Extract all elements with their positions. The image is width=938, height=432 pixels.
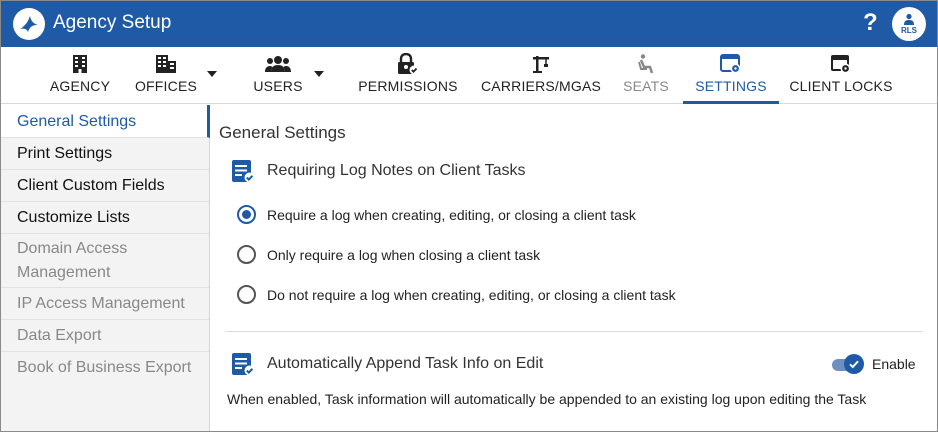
sidebar-item-customize-lists[interactable]: Customize Lists — [1, 202, 209, 234]
app-window: Agency Setup ? RLS AGENCY OFFICES USERS … — [0, 0, 938, 432]
radio-label: Only require a log when closing a client… — [267, 246, 541, 263]
crane-icon — [531, 53, 551, 75]
client-lock-icon — [830, 53, 852, 75]
app-title: Agency Setup — [53, 12, 172, 33]
radio-label: Require a log when creating, editing, or… — [267, 206, 636, 223]
check-icon — [849, 360, 859, 369]
main-nav: AGENCY OFFICES USERS PERMISSIONS CARRIER… — [1, 47, 937, 104]
sidebar-item-general-settings[interactable]: General Settings — [1, 105, 210, 138]
top-header: Agency Setup ? RLS — [1, 1, 937, 47]
sidebar-item-data-export: Data Export — [1, 320, 209, 352]
tab-seats-label: SEATS — [623, 78, 669, 94]
sidebar-item-domain-access-management: Domain Access Management — [1, 234, 209, 288]
tab-carriers-mgas-label: CARRIERS/MGAS — [480, 78, 602, 94]
radio-button-checked[interactable] — [237, 205, 256, 224]
user-avatar[interactable]: RLS — [892, 7, 926, 41]
person-icon — [904, 13, 914, 25]
settings-sidebar: General Settings Print Settings Client C… — [1, 105, 210, 431]
avatar-initials: RLS — [901, 26, 917, 35]
tab-offices-label: OFFICES — [134, 78, 198, 94]
radio-label: Do not require a log when creating, edit… — [267, 286, 676, 303]
settings-window-icon — [720, 53, 742, 75]
toggle-knob — [844, 354, 864, 374]
lock-check-icon — [397, 53, 419, 75]
main-content: General Settings Requiring Log Notes on … — [211, 105, 937, 431]
users-chevron-down-icon[interactable] — [314, 71, 324, 77]
sidebar-item-client-custom-fields[interactable]: Client Custom Fields — [1, 170, 209, 202]
page-title: General Settings — [219, 123, 346, 142]
radio-require-all[interactable]: Require a log when creating, editing, or… — [237, 205, 636, 224]
sidebar-item-book-of-business-export: Book of Business Export — [17, 359, 192, 376]
radio-button[interactable] — [237, 285, 256, 304]
tab-users-label: USERS — [253, 78, 303, 94]
offices-chevron-down-icon[interactable] — [207, 71, 217, 77]
radio-require-none[interactable]: Do not require a log when creating, edit… — [237, 285, 676, 304]
tab-settings[interactable]: SETTINGS — [683, 47, 779, 104]
office-building-icon — [155, 53, 177, 75]
log-notes-list-icon — [232, 160, 255, 183]
radio-require-closing[interactable]: Only require a log when closing a client… — [237, 245, 540, 264]
building-grid-icon — [72, 53, 88, 75]
users-icon — [265, 53, 291, 75]
tab-client-locks[interactable]: CLIENT LOCKS — [789, 47, 893, 104]
tab-permissions[interactable]: PERMISSIONS — [353, 47, 463, 104]
tab-agency-label: AGENCY — [49, 78, 111, 94]
toggle-label: Enable — [872, 356, 916, 372]
help-icon[interactable]: ? — [863, 9, 878, 37]
tab-permissions-label: PERMISSIONS — [358, 78, 458, 94]
enable-toggle[interactable] — [832, 354, 864, 374]
seat-icon — [637, 53, 655, 75]
append-task-section-title: Automatically Append Task Info on Edit — [267, 355, 544, 372]
sidebar-item-print-settings[interactable]: Print Settings — [1, 138, 209, 170]
tab-settings-label: SETTINGS — [695, 78, 767, 94]
tab-carriers-mgas[interactable]: CARRIERS/MGAS — [477, 47, 605, 104]
section-divider — [225, 331, 923, 332]
radio-button[interactable] — [237, 245, 256, 264]
tab-users[interactable]: USERS — [245, 47, 311, 104]
tab-client-locks-label: CLIENT LOCKS — [789, 78, 893, 94]
log-notes-section-title: Requiring Log Notes on Client Tasks — [267, 162, 526, 179]
tab-seats: SEATS — [617, 47, 675, 104]
tab-offices[interactable]: OFFICES — [129, 47, 203, 104]
tab-agency[interactable]: AGENCY — [45, 47, 115, 104]
bird-logo-icon[interactable] — [13, 8, 45, 40]
append-task-list-icon — [232, 353, 255, 376]
sidebar-item-ip-access-management: IP Access Management — [1, 288, 209, 320]
append-task-helper-text: When enabled, Task information will auto… — [227, 391, 867, 407]
